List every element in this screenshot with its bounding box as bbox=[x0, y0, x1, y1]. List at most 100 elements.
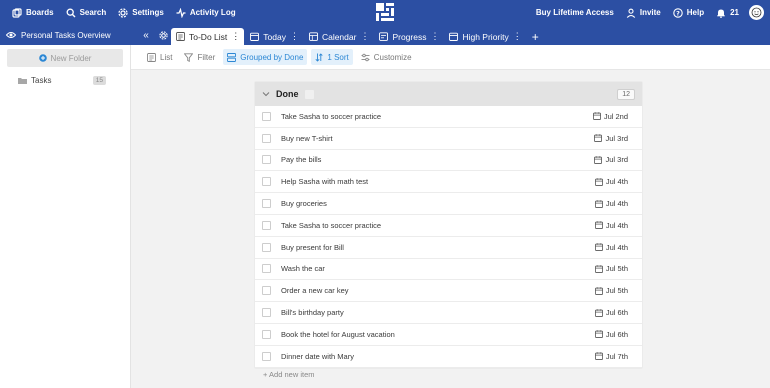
task-checkbox[interactable] bbox=[262, 351, 271, 361]
table-row[interactable]: Dinner date with Mary Jul 7th bbox=[255, 346, 642, 368]
search-icon bbox=[66, 8, 76, 17]
list-button[interactable]: List bbox=[143, 49, 176, 65]
user-icon bbox=[626, 8, 636, 18]
task-checkbox[interactable] bbox=[262, 329, 271, 339]
task-checkbox[interactable] bbox=[262, 264, 271, 274]
filter-icon bbox=[184, 52, 194, 62]
group-header[interactable]: Done 12 bbox=[255, 82, 642, 106]
due-date-label: Jul 5th bbox=[605, 286, 628, 296]
table-row[interactable]: Take Sasha to soccer practice Jul 4th bbox=[255, 215, 642, 237]
settings-label: Settings bbox=[132, 8, 164, 17]
notifications-count: 21 bbox=[730, 8, 739, 17]
table-row[interactable]: Pay the bills Jul 3rd bbox=[255, 150, 642, 172]
kebab-icon[interactable]: ⋮ bbox=[360, 31, 369, 42]
tab-to-do-list[interactable]: To-Do List ⋮ bbox=[171, 28, 245, 45]
kebab-icon[interactable]: ⋮ bbox=[430, 31, 439, 42]
tab-today[interactable]: Today ⋮ bbox=[245, 28, 303, 45]
sidebar-item-label: Tasks bbox=[31, 75, 52, 85]
due-date-label: Jul 4th bbox=[605, 199, 628, 209]
sidebar-item-tasks[interactable]: Tasks 15 bbox=[0, 73, 130, 87]
due-date-label: Jul 3rd bbox=[605, 133, 628, 143]
add-new-item-button[interactable]: + Add new item bbox=[263, 370, 315, 379]
table-row[interactable]: Buy new T-shirt Jul 3rd bbox=[255, 128, 642, 150]
task-due-date[interactable]: Jul 5th bbox=[594, 264, 628, 274]
kebab-icon[interactable]: ⋮ bbox=[290, 31, 299, 42]
sort-button[interactable]: 1 Sort bbox=[311, 49, 353, 65]
kebab-icon[interactable]: ⋮ bbox=[513, 31, 522, 42]
help-button[interactable]: ? Help bbox=[667, 0, 710, 25]
list-icon bbox=[147, 52, 156, 62]
table-row[interactable]: Wash the car Jul 5th bbox=[255, 259, 642, 281]
list-icon bbox=[176, 32, 185, 41]
task-checkbox[interactable] bbox=[262, 133, 271, 143]
task-checkbox[interactable] bbox=[262, 286, 271, 296]
table-row[interactable]: Take Sasha to soccer practice Jul 2nd bbox=[255, 106, 642, 128]
table-row[interactable]: Order a new car key Jul 5th bbox=[255, 280, 642, 303]
notifications-button[interactable]: 21 bbox=[710, 0, 745, 25]
new-folder-button[interactable]: New Folder bbox=[7, 49, 123, 67]
tab-label: To-Do List bbox=[189, 31, 228, 42]
task-due-date[interactable]: Jul 5th bbox=[594, 286, 628, 296]
task-name: Help Sasha with math test bbox=[281, 177, 369, 187]
filter-button[interactable]: Filter bbox=[180, 49, 219, 65]
view-settings-button[interactable] bbox=[156, 25, 170, 45]
due-date-label: Jul 2nd bbox=[603, 111, 628, 121]
task-due-date[interactable]: Jul 6th bbox=[594, 330, 628, 339]
bell-icon bbox=[717, 9, 725, 18]
project-header[interactable]: Personal Tasks Overview bbox=[0, 25, 132, 45]
avatar[interactable] bbox=[749, 5, 764, 20]
calendar-icon bbox=[594, 199, 603, 208]
kebab-icon[interactable]: ⋮ bbox=[231, 31, 240, 42]
task-checkbox[interactable] bbox=[262, 308, 271, 318]
task-due-date[interactable]: Jul 7th bbox=[594, 351, 628, 361]
table-row[interactable]: Book the hotel for August vacation Jul 6t… bbox=[255, 324, 642, 346]
task-checkbox[interactable] bbox=[262, 177, 271, 187]
task-name: Take Sasha to soccer practice bbox=[281, 111, 382, 121]
boards-button[interactable]: Boards bbox=[6, 0, 60, 25]
table-row[interactable]: Buy present for Bill Jul 4th bbox=[255, 237, 642, 259]
task-checkbox[interactable] bbox=[262, 220, 271, 230]
task-due-date[interactable]: Jul 4th bbox=[594, 242, 628, 252]
activity-log-button[interactable]: Activity Log bbox=[170, 0, 242, 25]
task-due-date[interactable]: Jul 4th bbox=[594, 199, 628, 209]
calendar-icon bbox=[594, 352, 603, 361]
task-checkbox[interactable] bbox=[262, 111, 271, 121]
plus-circle-icon bbox=[38, 54, 47, 62]
eye-icon bbox=[6, 32, 16, 38]
task-due-date[interactable]: Jul 4th bbox=[594, 177, 628, 186]
task-due-date[interactable]: Jul 4th bbox=[594, 221, 628, 230]
collapse-sidebar-button[interactable]: « bbox=[136, 25, 156, 45]
due-date-label: Jul 5th bbox=[605, 264, 628, 274]
task-checkbox[interactable] bbox=[262, 155, 271, 165]
customize-button[interactable]: Customize bbox=[357, 49, 416, 65]
calendar-icon bbox=[594, 134, 603, 143]
project-title: Personal Tasks Overview bbox=[21, 30, 111, 40]
buy-lifetime-button[interactable]: Buy Lifetime Access bbox=[530, 0, 620, 25]
table-row[interactable]: Buy groceries Jul 4th bbox=[255, 193, 642, 215]
customize-label: Customize bbox=[373, 52, 412, 62]
table-row[interactable]: Bill's birthday party Jul 6th bbox=[255, 302, 642, 324]
tab-progress[interactable]: Progress ⋮ bbox=[374, 28, 443, 45]
add-view-button[interactable]: + bbox=[526, 28, 545, 45]
task-due-date[interactable]: Jul 3rd bbox=[594, 155, 628, 164]
calendar-icon bbox=[594, 221, 603, 230]
chevron-down-icon[interactable] bbox=[262, 91, 270, 97]
new-folder-label: New Folder bbox=[50, 53, 92, 63]
tab-high-priority[interactable]: High Priority ⋮ bbox=[444, 28, 525, 45]
filter-label: Filter bbox=[197, 52, 216, 62]
task-checkbox[interactable] bbox=[262, 199, 271, 209]
avatar-face-icon bbox=[751, 7, 762, 18]
invite-button[interactable]: Invite bbox=[620, 0, 667, 25]
table-row[interactable]: Help Sasha with math test Jul 4th bbox=[255, 171, 642, 194]
due-date-label: Jul 4th bbox=[605, 242, 628, 252]
search-button[interactable]: Search bbox=[60, 0, 113, 25]
group-by-button[interactable]: Grouped by Done bbox=[223, 49, 308, 65]
task-due-date[interactable]: Jul 2nd bbox=[592, 111, 628, 121]
task-due-date[interactable]: Jul 3rd bbox=[594, 134, 628, 143]
task-checkbox[interactable] bbox=[262, 242, 271, 252]
task-due-date[interactable]: Jul 6th bbox=[594, 308, 628, 317]
settings-button[interactable]: Settings bbox=[112, 0, 170, 25]
calendar-icon bbox=[592, 112, 601, 121]
tab-calendar[interactable]: Calendar ⋮ bbox=[304, 28, 374, 45]
due-date-label: Jul 7th bbox=[605, 351, 628, 361]
